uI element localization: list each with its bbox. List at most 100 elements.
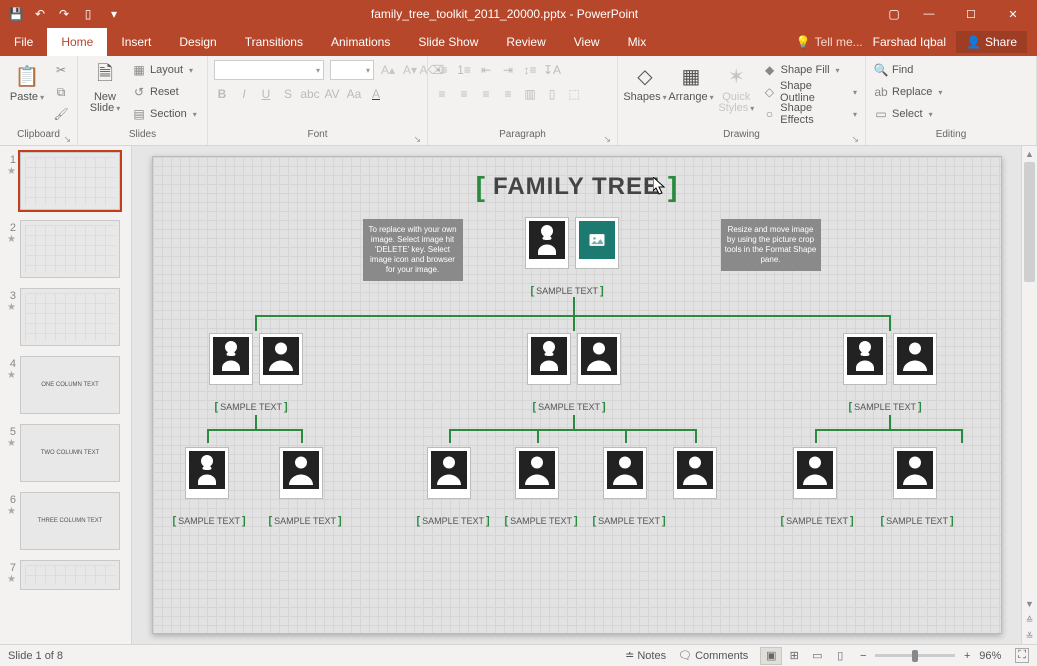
reading-view-button[interactable]: ▭ [806, 647, 828, 665]
tree-l3-1[interactable] [185, 447, 229, 499]
thumbnail-3[interactable]: 3★ [4, 288, 127, 346]
replace-button[interactable]: abReplace▾ [872, 82, 944, 102]
sorter-view-button[interactable]: ⊞ [783, 647, 805, 665]
strikethrough-icon[interactable]: abc [302, 86, 318, 102]
slide[interactable]: [ FAMILY TREE ] To replace with your own… [152, 156, 1002, 634]
comments-button[interactable]: 🗨Comments [672, 645, 754, 666]
sample-label-l3-5[interactable]: [SAMPLE TEXT] [593, 515, 666, 527]
align-center-icon[interactable]: ≡ [456, 86, 472, 102]
photo-card[interactable] [527, 333, 571, 385]
sample-label-l3-8[interactable]: [SAMPLE TEXT] [881, 515, 954, 527]
photo-card[interactable] [515, 447, 559, 499]
thumbnail-5[interactable]: 5★TWO COLUMN TEXT [4, 424, 127, 482]
tab-transitions[interactable]: Transitions [231, 28, 317, 56]
sample-label-top[interactable]: [SAMPLE TEXT] [531, 285, 604, 297]
ribbon-display-options-icon[interactable]: ▢ [879, 7, 909, 21]
slideshow-view-button[interactable]: ▯ [829, 647, 851, 665]
slide-title-container[interactable]: [ FAMILY TREE ] [476, 171, 678, 203]
format-painter-button[interactable]: 🖌 [52, 104, 70, 124]
fit-to-window-button[interactable]: ⛶ [1015, 648, 1029, 663]
photo-placeholder[interactable] [575, 217, 619, 269]
redo-icon[interactable]: ↷ [56, 6, 72, 22]
scroll-up-icon[interactable]: ▲ [1022, 146, 1037, 162]
select-button[interactable]: ▭Select▾ [872, 104, 944, 124]
callout-left[interactable]: To replace with your own image. Select i… [363, 219, 463, 281]
photo-card[interactable] [843, 333, 887, 385]
underline-icon[interactable]: U [258, 86, 274, 102]
photo-card[interactable] [893, 333, 937, 385]
char-spacing-icon[interactable]: AV [324, 86, 340, 102]
slide-canvas-area[interactable]: [ FAMILY TREE ] To replace with your own… [132, 146, 1021, 644]
sample-label-l2-1[interactable]: [SAMPLE TEXT] [215, 401, 288, 413]
decrease-font-icon[interactable]: A▾ [402, 62, 418, 78]
shadow-icon[interactable]: S [280, 86, 296, 102]
increase-font-icon[interactable]: A▴ [380, 62, 396, 78]
photo-card[interactable] [673, 447, 717, 499]
sample-label-l3-3[interactable]: [SAMPLE TEXT] [417, 515, 490, 527]
arrange-button[interactable]: ▦Arrange▾ [670, 60, 712, 103]
tree-l2-pair-3[interactable] [843, 333, 937, 385]
photo-card[interactable] [577, 333, 621, 385]
qat-more-icon[interactable]: ▾ [106, 6, 122, 22]
user-name[interactable]: Farshad Iqbal [873, 35, 946, 49]
thumbnail-7[interactable]: 7★ [4, 560, 127, 590]
vertical-scrollbar[interactable]: ▲ ▼ ≙ ≚ [1021, 146, 1037, 644]
save-icon[interactable]: 💾 [8, 6, 24, 22]
photo-card[interactable] [793, 447, 837, 499]
tab-animations[interactable]: Animations [317, 28, 404, 56]
zoom-in-button[interactable]: + [961, 650, 973, 662]
section-button[interactable]: ▤Section▾ [130, 104, 199, 124]
maximize-button[interactable]: ☐ [951, 0, 991, 28]
shapes-button[interactable]: ◇Shapes▾ [624, 60, 666, 103]
photo-card[interactable] [893, 447, 937, 499]
layout-button[interactable]: ▦Layout▾ [130, 60, 199, 80]
slide-thumbnails-panel[interactable]: 1★ 2★ 3★ 4★ONE COLUMN TEXT 5★TWO COLUMN … [0, 146, 132, 644]
justify-icon[interactable]: ≡ [500, 86, 516, 102]
tree-l2-pair-1[interactable] [209, 333, 303, 385]
slide-count[interactable]: Slide 1 of 8 [8, 650, 63, 662]
zoom-slider[interactable] [875, 654, 955, 657]
align-right-icon[interactable]: ≡ [478, 86, 494, 102]
photo-card[interactable] [279, 447, 323, 499]
numbering-icon[interactable]: 1≡ [456, 62, 472, 78]
quick-styles-button[interactable]: ✶Quick Styles▾ [716, 60, 757, 114]
tree-l3-8[interactable] [893, 447, 937, 499]
line-spacing-icon[interactable]: ↕≡ [522, 62, 538, 78]
callout-right[interactable]: Resize and move image by using the pictu… [721, 219, 821, 271]
tab-design[interactable]: Design [165, 28, 230, 56]
photo-card[interactable] [209, 333, 253, 385]
tree-l3-4[interactable] [515, 447, 559, 499]
thumbnail-2[interactable]: 2★ [4, 220, 127, 278]
start-from-beginning-icon[interactable]: ▯ [80, 6, 96, 22]
share-button[interactable]: 👤Share [956, 31, 1027, 53]
scrollbar-thumb[interactable] [1024, 162, 1035, 282]
text-direction-icon[interactable]: ↧A [544, 62, 560, 78]
tab-file[interactable]: File [0, 28, 47, 56]
undo-icon[interactable]: ↶ [32, 6, 48, 22]
close-button[interactable]: ✕ [993, 0, 1033, 28]
minimize-button[interactable]: ― [909, 0, 949, 28]
bullets-icon[interactable]: •≡ [434, 62, 450, 78]
align-text-icon[interactable]: ▯ [544, 86, 560, 102]
font-launcher-icon[interactable]: ↘ [413, 134, 421, 145]
paragraph-launcher-icon[interactable]: ↘ [603, 134, 611, 145]
bold-icon[interactable]: B [214, 86, 230, 102]
font-size-combo[interactable] [330, 60, 374, 80]
photo-card[interactable] [525, 217, 569, 269]
tell-me-search[interactable]: 💡Tell me... [796, 35, 863, 49]
tree-l3-2[interactable] [279, 447, 323, 499]
columns-icon[interactable]: ▥ [522, 86, 538, 102]
paste-button[interactable]: 📋 Paste▾ [6, 60, 48, 103]
find-button[interactable]: 🔍Find [872, 60, 944, 80]
tree-l3-7[interactable] [793, 447, 837, 499]
tab-home[interactable]: Home [47, 28, 107, 56]
smartart-icon[interactable]: ⬚ [566, 86, 582, 102]
sample-label-l3-4[interactable]: [SAMPLE TEXT] [505, 515, 578, 527]
increase-indent-icon[interactable]: ⇥ [500, 62, 516, 78]
prev-slide-icon[interactable]: ≙ [1022, 612, 1037, 628]
copy-button[interactable]: ⧉ [52, 82, 70, 102]
new-slide-button[interactable]: 🗎 New Slide▾ [84, 60, 126, 114]
tab-mix[interactable]: Mix [614, 28, 661, 56]
photo-card[interactable] [185, 447, 229, 499]
photo-card[interactable] [259, 333, 303, 385]
